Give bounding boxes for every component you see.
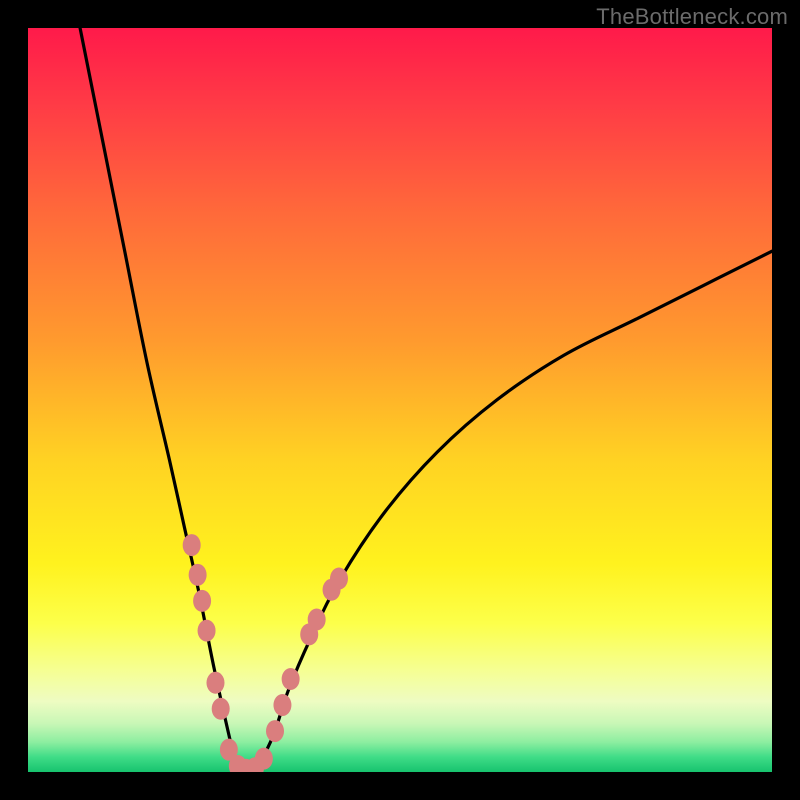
- marker-group: [183, 534, 348, 772]
- marker-dot: [255, 748, 273, 770]
- marker-dot: [308, 608, 326, 630]
- marker-dot: [212, 698, 230, 720]
- marker-dot: [183, 534, 201, 556]
- marker-dot: [273, 694, 291, 716]
- marker-dot: [193, 590, 211, 612]
- plot-area: [28, 28, 772, 772]
- chart-frame: [28, 28, 772, 772]
- marker-dot: [330, 568, 348, 590]
- marker-dot: [282, 668, 300, 690]
- watermark-text: TheBottleneck.com: [596, 4, 788, 30]
- bottleneck-curve: [80, 28, 772, 772]
- marker-dot: [206, 672, 224, 694]
- marker-dot: [189, 564, 207, 586]
- marker-dot: [266, 720, 284, 742]
- marker-dot: [198, 620, 216, 642]
- curve-layer: [28, 28, 772, 772]
